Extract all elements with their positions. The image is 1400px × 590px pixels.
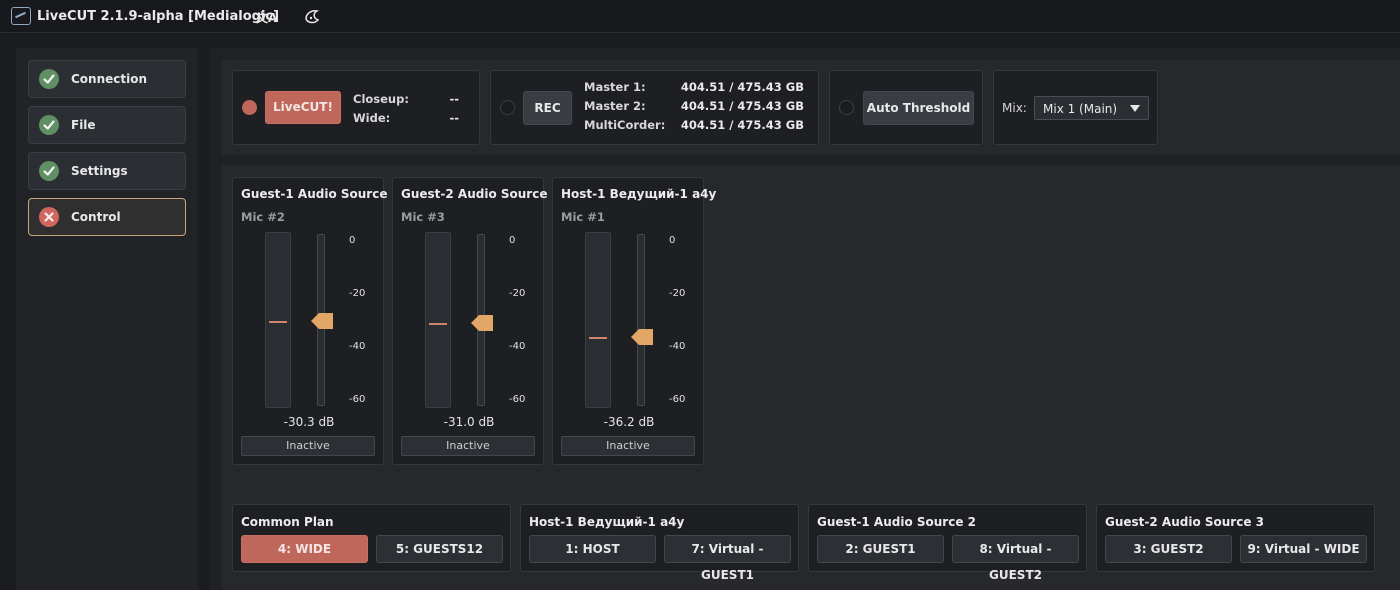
channel-strip: Guest-1 Audio Source 2 Mic #2 0 -20 -40 … — [232, 177, 400, 465]
closeup-label: Closeup: — [353, 92, 409, 106]
plan-button-guests12[interactable]: 5: GUESTS12 — [376, 535, 503, 563]
title-bar: LiveCUT 2.1.9-alpha [Medialogic] 文A — [0, 0, 1400, 33]
channel-title: Guest-1 Audio Source 2 — [241, 187, 400, 201]
livecut-status-indicator — [242, 100, 257, 115]
plan-title: Guest-1 Audio Source 2 — [817, 515, 976, 529]
channel-status-button[interactable]: Inactive — [401, 436, 535, 456]
scale-label: -40 — [509, 341, 526, 352]
level-meter — [425, 232, 451, 408]
scale-label: 0 — [509, 235, 516, 246]
master1-value: 404.51 / 475.43 GB — [680, 80, 804, 94]
channel-mic: Mic #1 — [561, 210, 605, 224]
plan-title: Host-1 Ведущий-1 a4y — [529, 515, 685, 529]
plan-button-virtual-guest1[interactable]: 7: Virtual - GUEST1 — [664, 535, 791, 582]
sidebar-item-label: Settings — [71, 164, 128, 178]
scale-label: -60 — [509, 394, 526, 405]
channel-mic: Mic #3 — [401, 210, 445, 224]
channel-strip: Host-1 Ведущий-1 a4y Mic #1 0 -20 -40 -6… — [552, 177, 716, 465]
scale-label: -20 — [349, 288, 366, 299]
app-logo-icon — [11, 7, 31, 25]
channel-mic: Mic #2 — [241, 210, 285, 224]
db-readout: -31.0 dB — [443, 415, 495, 429]
plan-button-wide[interactable]: 4: WIDE — [241, 535, 368, 563]
fader-knob[interactable] — [471, 315, 493, 332]
mix-label: Mix: — [1002, 101, 1027, 115]
rec-status-indicator — [500, 100, 515, 115]
sidebar-item-file[interactable]: File — [28, 106, 186, 144]
channel-title: Host-1 Ведущий-1 a4y — [561, 187, 717, 201]
wide-label: Wide: — [353, 111, 391, 125]
mix-select[interactable]: Mix 1 (Main) — [1034, 96, 1149, 120]
closeup-value: -- — [449, 92, 459, 106]
level-marker — [269, 321, 287, 324]
mix-panel: Mix: Mix 1 (Main) — [993, 70, 1158, 145]
plan-group: Common Plan 4: WIDE 5: GUESTS12 — [232, 504, 511, 572]
level-meter — [585, 232, 611, 408]
scale-label: -60 — [349, 394, 366, 405]
control-toolbar: LiveCUT! Closeup: -- Wide: -- REC Master… — [222, 60, 1400, 155]
plan-button-guest1[interactable]: 2: GUEST1 — [817, 535, 944, 563]
chevron-down-icon — [1130, 105, 1140, 112]
sidebar-item-label: Connection — [71, 72, 148, 86]
channel-status-button[interactable]: Inactive — [561, 436, 695, 456]
level-meter — [265, 232, 291, 408]
scale-label: -60 — [669, 394, 686, 405]
check-icon — [39, 161, 59, 181]
channel-strip: Guest-2 Audio Source 3 Mic #3 0 -20 -40 … — [392, 177, 560, 465]
sidebar-item-settings[interactable]: Settings — [28, 152, 186, 190]
threshold-panel: Auto Threshold — [829, 70, 983, 145]
wide-value: -- — [449, 111, 459, 125]
rec-button[interactable]: REC — [523, 91, 572, 125]
livecut-button[interactable]: LiveCUT! — [265, 91, 341, 124]
language-icon[interactable]: 文A — [256, 9, 277, 26]
check-icon — [39, 115, 59, 135]
threshold-status-indicator — [839, 100, 854, 115]
plan-group: Guest-1 Audio Source 2 2: GUEST1 8: Virt… — [808, 504, 1087, 582]
livecut-panel: LiveCUT! Closeup: -- Wide: -- — [232, 70, 480, 145]
channel-status-button[interactable]: Inactive — [241, 436, 375, 456]
scale-label: -40 — [669, 341, 686, 352]
master2-label: Master 2: — [584, 99, 646, 113]
sidebar-item-control[interactable]: Control — [28, 198, 186, 236]
level-marker — [589, 336, 607, 339]
theme-icon[interactable] — [303, 7, 321, 25]
plan-group: Host-1 Ведущий-1 a4y 1: HOST 7: Virtual … — [520, 504, 799, 582]
sidebar: Connection File Settings Control — [16, 48, 198, 590]
channel-title: Guest-2 Audio Source 3 — [401, 187, 560, 201]
check-icon — [39, 69, 59, 89]
sidebar-item-label: File — [71, 118, 96, 132]
plan-title: Common Plan — [241, 515, 334, 529]
scale-label: -40 — [349, 341, 366, 352]
multicorder-value: 404.51 / 475.43 GB — [680, 118, 804, 132]
recording-panel: REC Master 1: 404.51 / 475.43 GB Master … — [490, 70, 819, 145]
db-readout: -30.3 dB — [283, 415, 335, 429]
app-title: LiveCUT 2.1.9-alpha [Medialogic] — [37, 9, 280, 24]
master2-value: 404.51 / 475.43 GB — [680, 99, 804, 113]
auto-threshold-button[interactable]: Auto Threshold — [863, 91, 974, 125]
sidebar-item-connection[interactable]: Connection — [28, 60, 186, 98]
error-icon — [39, 207, 59, 227]
fader-knob[interactable] — [631, 328, 653, 345]
db-readout: -36.2 dB — [603, 415, 655, 429]
master1-label: Master 1: — [584, 80, 646, 94]
fader-knob[interactable] — [311, 313, 333, 330]
plan-group: Guest-2 Audio Source 3 3: GUEST2 9: Virt… — [1096, 504, 1375, 572]
plan-button-virtual-wide[interactable]: 9: Virtual - WIDE — [1240, 535, 1367, 563]
fader-track[interactable] — [637, 234, 645, 406]
scale-label: -20 — [669, 288, 686, 299]
plan-button-virtual-guest2[interactable]: 8: Virtual - GUEST2 — [952, 535, 1079, 582]
plan-title: Guest-2 Audio Source 3 — [1105, 515, 1264, 529]
level-marker — [429, 323, 447, 326]
main-panel: LiveCUT! Closeup: -- Wide: -- REC Master… — [210, 48, 1400, 590]
scale-label: 0 — [669, 235, 676, 246]
scale-label: 0 — [349, 235, 356, 246]
sidebar-item-label: Control — [71, 210, 121, 224]
multicorder-label: MultiCorder: — [584, 118, 666, 132]
scale-label: -20 — [509, 288, 526, 299]
mix-select-value: Mix 1 (Main) — [1043, 102, 1118, 116]
mixer-area: Guest-1 Audio Source 2 Mic #2 0 -20 -40 … — [222, 165, 1400, 590]
plan-button-host[interactable]: 1: HOST — [529, 535, 656, 563]
plan-button-guest2[interactable]: 3: GUEST2 — [1105, 535, 1232, 563]
